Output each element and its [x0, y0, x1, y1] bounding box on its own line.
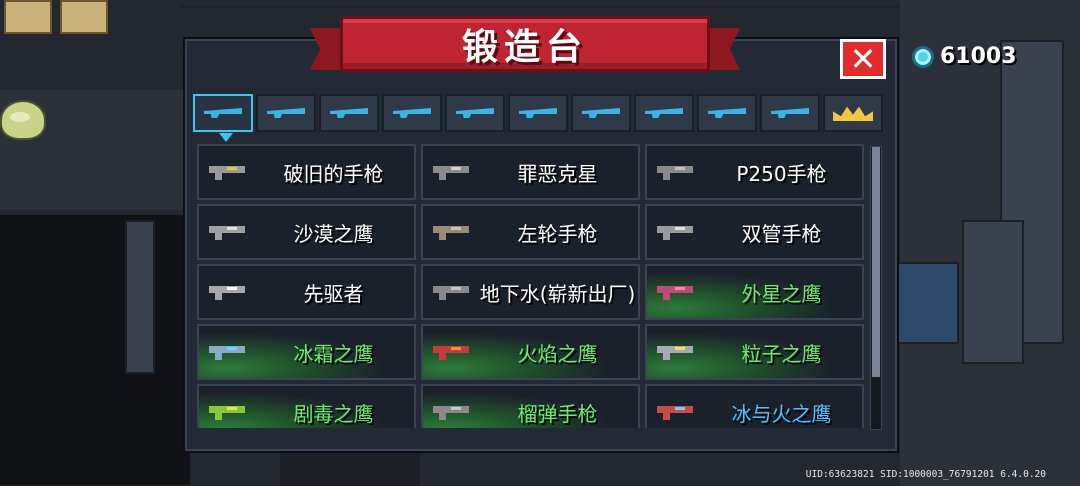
weapon-icon [433, 404, 471, 420]
gem-count: 61003 [940, 44, 1017, 69]
weapon-icon [657, 164, 695, 180]
weapon-name: 粒子之鹰 [741, 341, 822, 366]
weapon-cell[interactable]: 破旧的手枪 [197, 144, 416, 200]
crafting-machine [962, 220, 1024, 364]
weapon-cell[interactable]: 左轮手枪 [421, 204, 640, 260]
sniper-icon [393, 108, 431, 118]
crown-tab[interactable] [823, 94, 883, 132]
close-icon: ✕ [849, 40, 877, 78]
weapon-name: 破旧的手枪 [283, 161, 384, 186]
weapon-name: 剧毒之鹰 [293, 401, 374, 426]
weapon-icon [433, 344, 471, 360]
weapon-cell[interactable]: 沙漠之鹰 [197, 204, 416, 260]
weapon-name: 外星之鹰 [741, 281, 822, 306]
weapon-name: 地下水(崭新出厂) [479, 281, 636, 306]
weapon-icon [209, 224, 247, 240]
fish-icon [771, 108, 809, 118]
weapon-name: P250手枪 [736, 161, 827, 186]
weapon-name: 火焰之鹰 [517, 341, 598, 366]
weapon-cell[interactable]: 先驱者 [197, 264, 416, 320]
weapon-icon [209, 344, 247, 360]
spear-icon [645, 108, 683, 118]
launcher-tab[interactable] [445, 94, 505, 132]
rifle-tab[interactable] [256, 94, 316, 132]
rifle-icon [267, 108, 305, 118]
title-banner: 锻造台 [310, 14, 740, 78]
weapon-cell[interactable]: 火焰之鹰 [421, 324, 640, 380]
weapon-name: 冰霜之鹰 [293, 341, 374, 366]
fish-tab[interactable] [760, 94, 820, 132]
weapon-cell[interactable]: 剧毒之鹰 [197, 384, 416, 428]
weapon-icon [657, 224, 695, 240]
weapon-name: 先驱者 [303, 281, 364, 306]
weapon-name: 左轮手枪 [517, 221, 598, 246]
weapon-icon [433, 284, 471, 300]
weapon-cell[interactable]: 粒子之鹰 [645, 324, 864, 380]
bow-icon [519, 108, 557, 118]
weapon-name: 榴弹手枪 [517, 401, 598, 426]
sniper-tab[interactable] [382, 94, 442, 132]
weapon-name: 沙漠之鹰 [293, 221, 374, 246]
wall-pillar [125, 220, 155, 374]
wall-painting [60, 0, 108, 34]
gem-counter: 61003 [912, 44, 1017, 69]
shotgun-icon [330, 108, 368, 118]
weapon-list-scrollbar[interactable] [870, 146, 882, 430]
weapon-cell[interactable]: 罪恶克星 [421, 144, 640, 200]
blue-gem-icon [912, 45, 934, 68]
weapon-cell[interactable]: P250手枪 [645, 144, 864, 200]
weapon-icon [657, 344, 695, 360]
slime-creature [0, 100, 46, 140]
launcher-icon [456, 108, 494, 118]
weapon-grid: 破旧的手枪 罪恶克星 P250手枪沙漠之鹰 左轮手枪 双管手枪先驱者 地下水(崭新出厂) 外… [197, 144, 867, 428]
weapon-icon [433, 164, 471, 180]
scrollbar-thumb[interactable] [872, 147, 880, 377]
staff-icon [582, 108, 620, 118]
weapon-cell[interactable]: 外星之鹰 [645, 264, 864, 320]
weapon-icon [657, 284, 695, 300]
blueprint-board [895, 262, 959, 344]
weapon-name: 罪恶克星 [517, 161, 598, 186]
weapon-icon [209, 284, 247, 300]
weapon-name: 冰与火之鹰 [731, 401, 832, 426]
bow-tab[interactable] [508, 94, 568, 132]
category-tabs [193, 94, 883, 142]
shuriken-tab[interactable] [697, 94, 757, 132]
weapon-cell[interactable]: 双管手枪 [645, 204, 864, 260]
shotgun-tab[interactable] [319, 94, 379, 132]
crown-icon [833, 106, 873, 121]
weapon-cell[interactable]: 冰霜之鹰 [197, 324, 416, 380]
build-info: UID:63623821 SID:1000003_76791201 6.4.0.… [805, 469, 1046, 480]
weapon-icon [209, 404, 247, 420]
close-button[interactable]: ✕ [840, 39, 886, 79]
weapon-name: 双管手枪 [741, 221, 822, 246]
weapon-icon [209, 164, 247, 180]
weapon-cell[interactable]: 地下水(崭新出厂) [421, 264, 640, 320]
staff-tab[interactable] [571, 94, 631, 132]
pistol-icon [204, 108, 242, 118]
banner-plate: 锻造台 [340, 16, 710, 72]
pistol-tab[interactable] [193, 94, 253, 142]
weapon-cell[interactable]: 冰与火之鹰 [645, 384, 864, 428]
shuriken-icon [708, 108, 746, 118]
page-title: 锻造台 [461, 27, 588, 68]
wall-painting [4, 0, 52, 34]
weapon-icon [433, 224, 471, 240]
weapon-icon [657, 404, 695, 420]
spear-tab[interactable] [634, 94, 694, 132]
weapon-cell[interactable]: 榴弹手枪 [421, 384, 640, 428]
